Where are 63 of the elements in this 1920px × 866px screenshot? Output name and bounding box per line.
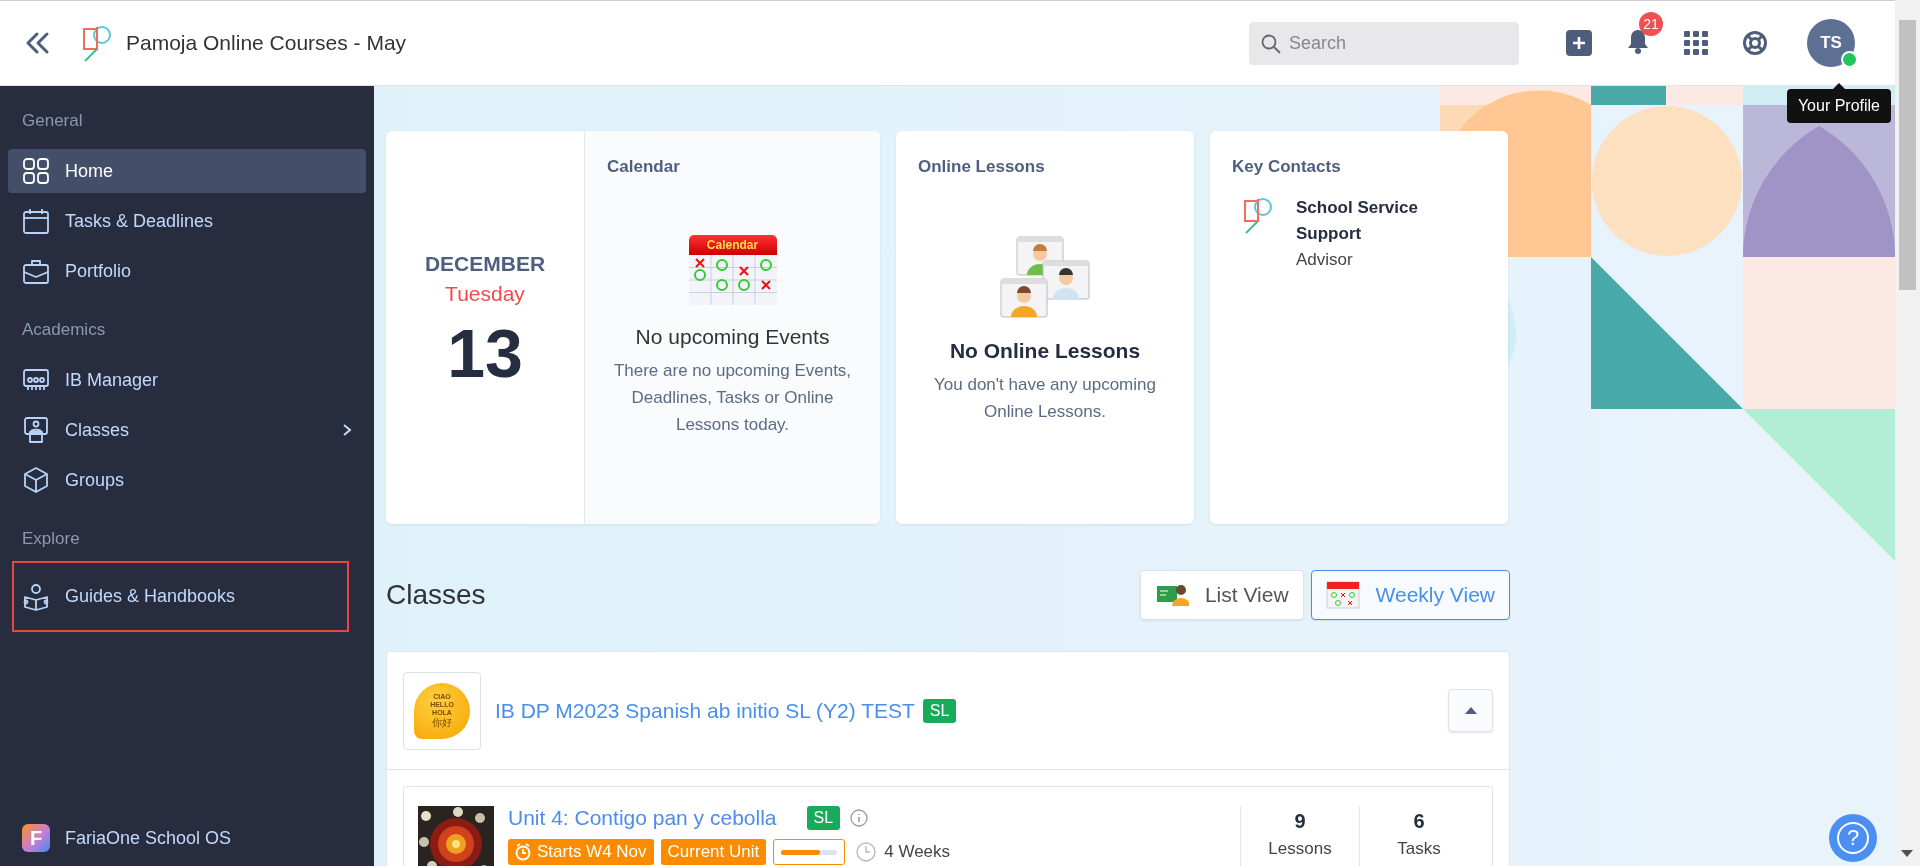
empty-title: No Online Lessons	[949, 339, 1141, 363]
month-label: DECEMBER	[424, 251, 546, 276]
sidebar-item[interactable]: Portfolio	[8, 249, 366, 293]
stat-value: 9	[1294, 810, 1306, 833]
search-field[interactable]: Search	[1249, 21, 1519, 65]
sidebar-item[interactable]: Classes	[8, 408, 366, 452]
stat-label: Tasks	[1397, 839, 1441, 859]
card-title: Online Lessons	[918, 157, 1045, 177]
sidebar-item[interactable]: Guides & Handbooks	[12, 561, 349, 632]
sidebar-item[interactable]: Groups	[8, 458, 366, 502]
tooltip-arrow-icon	[1832, 83, 1845, 89]
apps-icon[interactable]	[1684, 31, 1708, 55]
weekday-label: Tuesday	[445, 281, 525, 306]
sidebar-item[interactable]: Tasks & Deadlines	[8, 199, 366, 243]
collapse-button[interactable]	[1448, 689, 1493, 732]
section-heading: Explore	[21, 528, 80, 550]
duration-label: 4 Weeks	[884, 842, 951, 862]
profile-tooltip: Your Profile	[1786, 89, 1891, 123]
tag-text: Current Unit	[667, 842, 760, 862]
day-number: 13	[447, 313, 523, 392]
reader-icon	[22, 582, 50, 611]
card-title: Key Contacts	[1232, 157, 1341, 177]
level-label: SL	[806, 806, 841, 830]
notification-count: 21	[1639, 12, 1663, 36]
tag-text: Starts W4 Nov	[537, 842, 647, 862]
lifebuoy-icon[interactable]	[1742, 30, 1768, 56]
calendar-header-label: Calendar	[688, 235, 777, 255]
alarm-icon	[515, 843, 531, 861]
stat-label: Lessons	[1268, 839, 1332, 859]
empty-title: No upcoming Events	[635, 325, 830, 349]
empty-message: You don't have any upcoming Online Lessons.	[933, 374, 1157, 423]
logo-icon	[82, 23, 112, 63]
grid-icon	[22, 157, 50, 185]
caret-icon	[1464, 707, 1477, 714]
app-logo-icon: F	[22, 824, 50, 852]
search-icon	[1261, 33, 1281, 54]
bell-icon[interactable]	[1626, 28, 1650, 54]
empty-message: There are no upcoming Events, Deadlines, Tasks or Online Lessons today.	[612, 360, 853, 436]
section-heading: General	[21, 110, 83, 132]
sidebar-item[interactable]: IB Manager	[8, 358, 366, 402]
briefcase-icon	[22, 257, 50, 285]
info-icon	[850, 809, 869, 827]
lectern-icon	[22, 416, 50, 444]
section-title: Classes	[386, 579, 487, 611]
cube-icon	[22, 466, 50, 494]
contact-role: Advisor	[1296, 249, 1354, 271]
stat-value: 6	[1413, 810, 1425, 833]
contact-name: School Service Support	[1296, 197, 1419, 245]
view-button[interactable]: List View	[1139, 570, 1304, 620]
sidebar-item[interactable]: Home	[8, 149, 366, 193]
logo-text: 你好	[432, 717, 452, 728]
add-icon[interactable]	[1566, 30, 1592, 56]
section-heading: Academics	[21, 319, 106, 341]
calendar-icon	[1325, 580, 1360, 610]
calendar-grid-icon	[688, 255, 777, 305]
profile-avatar[interactable]: TS	[1807, 19, 1855, 67]
logo-icon	[1242, 195, 1274, 235]
app-title: Pamoja Online Courses - May	[126, 31, 407, 55]
clock-icon	[856, 842, 877, 862]
calendar-icon	[22, 207, 50, 235]
level-label: SL	[922, 698, 957, 723]
footer-label: FariaOne School OS	[65, 827, 232, 849]
card-title: Calendar	[607, 157, 680, 177]
